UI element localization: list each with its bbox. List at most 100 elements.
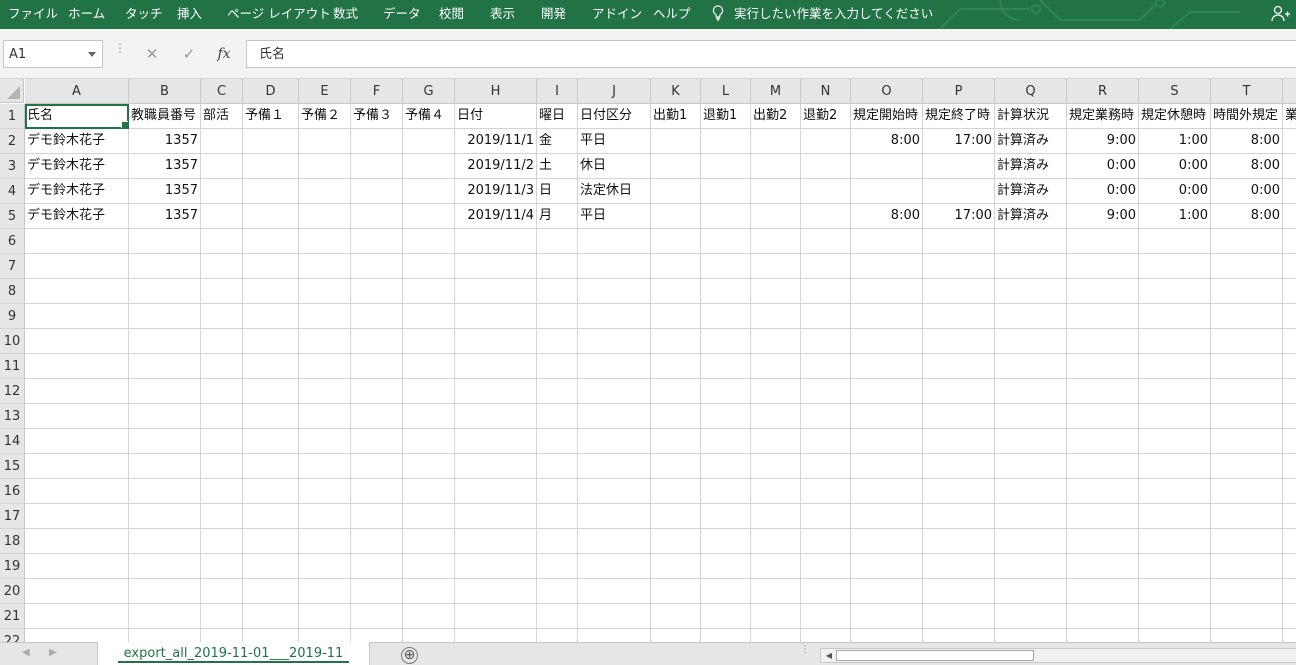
cell-q15[interactable] bbox=[995, 454, 1067, 479]
column-header-d[interactable]: D bbox=[243, 79, 299, 104]
cell-e7[interactable] bbox=[299, 254, 351, 279]
column-header-j[interactable]: J bbox=[578, 79, 651, 104]
cell-d9[interactable] bbox=[243, 304, 299, 329]
enter-button[interactable]: ✓ bbox=[176, 42, 202, 66]
cell-u2[interactable] bbox=[1283, 129, 1296, 154]
cell-u16[interactable] bbox=[1283, 479, 1296, 504]
cell-q1[interactable]: 計算状況 bbox=[995, 104, 1067, 129]
cell-k20[interactable] bbox=[651, 579, 701, 604]
cell-m18[interactable] bbox=[751, 529, 801, 554]
cell-u5[interactable] bbox=[1283, 204, 1296, 229]
cell-t16[interactable] bbox=[1211, 479, 1283, 504]
cell-n17[interactable] bbox=[801, 504, 851, 529]
cell-n15[interactable] bbox=[801, 454, 851, 479]
cell-k14[interactable] bbox=[651, 429, 701, 454]
cell-o7[interactable] bbox=[851, 254, 923, 279]
cell-f20[interactable] bbox=[351, 579, 403, 604]
cell-i7[interactable] bbox=[537, 254, 578, 279]
cell-e15[interactable] bbox=[299, 454, 351, 479]
cell-m15[interactable] bbox=[751, 454, 801, 479]
cell-n7[interactable] bbox=[801, 254, 851, 279]
cell-j2[interactable]: 平日 bbox=[578, 129, 651, 154]
cell-a12[interactable] bbox=[25, 379, 129, 404]
cell-j10[interactable] bbox=[578, 329, 651, 354]
cell-d16[interactable] bbox=[243, 479, 299, 504]
cell-b19[interactable] bbox=[129, 554, 201, 579]
cell-c2[interactable] bbox=[201, 129, 243, 154]
cell-i2[interactable]: 金 bbox=[537, 129, 578, 154]
cell-u18[interactable] bbox=[1283, 529, 1296, 554]
cell-i12[interactable] bbox=[537, 379, 578, 404]
cell-e16[interactable] bbox=[299, 479, 351, 504]
cell-s14[interactable] bbox=[1139, 429, 1211, 454]
cell-r15[interactable] bbox=[1067, 454, 1139, 479]
cell-b12[interactable] bbox=[129, 379, 201, 404]
cell-l21[interactable] bbox=[701, 604, 751, 629]
cell-e14[interactable] bbox=[299, 429, 351, 454]
cell-b6[interactable] bbox=[129, 229, 201, 254]
cell-o11[interactable] bbox=[851, 354, 923, 379]
cell-d10[interactable] bbox=[243, 329, 299, 354]
cell-e2[interactable] bbox=[299, 129, 351, 154]
cell-c4[interactable] bbox=[201, 179, 243, 204]
cell-e1[interactable]: 予備２ bbox=[299, 104, 351, 129]
cell-e8[interactable] bbox=[299, 279, 351, 304]
cell-o5[interactable]: 8:00 bbox=[851, 204, 923, 229]
column-header-n[interactable]: N bbox=[801, 79, 851, 104]
cell-b1[interactable]: 教職員番号 bbox=[129, 104, 201, 129]
cell-h16[interactable] bbox=[455, 479, 537, 504]
cell-j4[interactable]: 法定休日 bbox=[578, 179, 651, 204]
name-box[interactable]: A1 bbox=[3, 40, 103, 68]
cell-f18[interactable] bbox=[351, 529, 403, 554]
tab-review[interactable]: 校閲 bbox=[439, 0, 464, 29]
cell-t12[interactable] bbox=[1211, 379, 1283, 404]
cell-c5[interactable] bbox=[201, 204, 243, 229]
column-header-r[interactable]: R bbox=[1067, 79, 1139, 104]
cell-g7[interactable] bbox=[403, 254, 455, 279]
cell-j19[interactable] bbox=[578, 554, 651, 579]
cell-j12[interactable] bbox=[578, 379, 651, 404]
cell-l14[interactable] bbox=[701, 429, 751, 454]
cell-n20[interactable] bbox=[801, 579, 851, 604]
cell-p22[interactable] bbox=[923, 629, 995, 642]
cell-h8[interactable] bbox=[455, 279, 537, 304]
cell-f11[interactable] bbox=[351, 354, 403, 379]
cell-s10[interactable] bbox=[1139, 329, 1211, 354]
tab-developer[interactable]: 開発 bbox=[541, 0, 566, 29]
cell-s2[interactable]: 1:00 bbox=[1139, 129, 1211, 154]
cell-j11[interactable] bbox=[578, 354, 651, 379]
cell-q16[interactable] bbox=[995, 479, 1067, 504]
cell-o17[interactable] bbox=[851, 504, 923, 529]
cell-q22[interactable] bbox=[995, 629, 1067, 642]
cell-s7[interactable] bbox=[1139, 254, 1211, 279]
cell-f10[interactable] bbox=[351, 329, 403, 354]
column-header-b[interactable]: B bbox=[129, 79, 201, 104]
cell-k2[interactable] bbox=[651, 129, 701, 154]
cell-s20[interactable] bbox=[1139, 579, 1211, 604]
cell-j14[interactable] bbox=[578, 429, 651, 454]
row-header-15[interactable]: 15 bbox=[0, 454, 25, 479]
cell-r13[interactable] bbox=[1067, 404, 1139, 429]
cell-b22[interactable] bbox=[129, 629, 201, 642]
cell-c15[interactable] bbox=[201, 454, 243, 479]
cell-a7[interactable] bbox=[25, 254, 129, 279]
cell-m12[interactable] bbox=[751, 379, 801, 404]
cell-t6[interactable] bbox=[1211, 229, 1283, 254]
cell-g5[interactable] bbox=[403, 204, 455, 229]
cell-o21[interactable] bbox=[851, 604, 923, 629]
cell-j1[interactable]: 日付区分 bbox=[578, 104, 651, 129]
row-header-7[interactable]: 7 bbox=[0, 254, 25, 279]
cell-b5[interactable]: 1357 bbox=[129, 204, 201, 229]
cell-d7[interactable] bbox=[243, 254, 299, 279]
cell-a16[interactable] bbox=[25, 479, 129, 504]
row-header-12[interactable]: 12 bbox=[0, 379, 25, 404]
cell-h3[interactable]: 2019/11/2 bbox=[455, 154, 537, 179]
cell-d1[interactable]: 予備１ bbox=[243, 104, 299, 129]
cell-r8[interactable] bbox=[1067, 279, 1139, 304]
cell-q5[interactable]: 計算済み bbox=[995, 204, 1067, 229]
cell-c12[interactable] bbox=[201, 379, 243, 404]
cell-m16[interactable] bbox=[751, 479, 801, 504]
sheet-tab-active[interactable]: export_all_2019-11-01___2019-11 bbox=[97, 642, 370, 665]
cell-d4[interactable] bbox=[243, 179, 299, 204]
cell-u11[interactable] bbox=[1283, 354, 1296, 379]
